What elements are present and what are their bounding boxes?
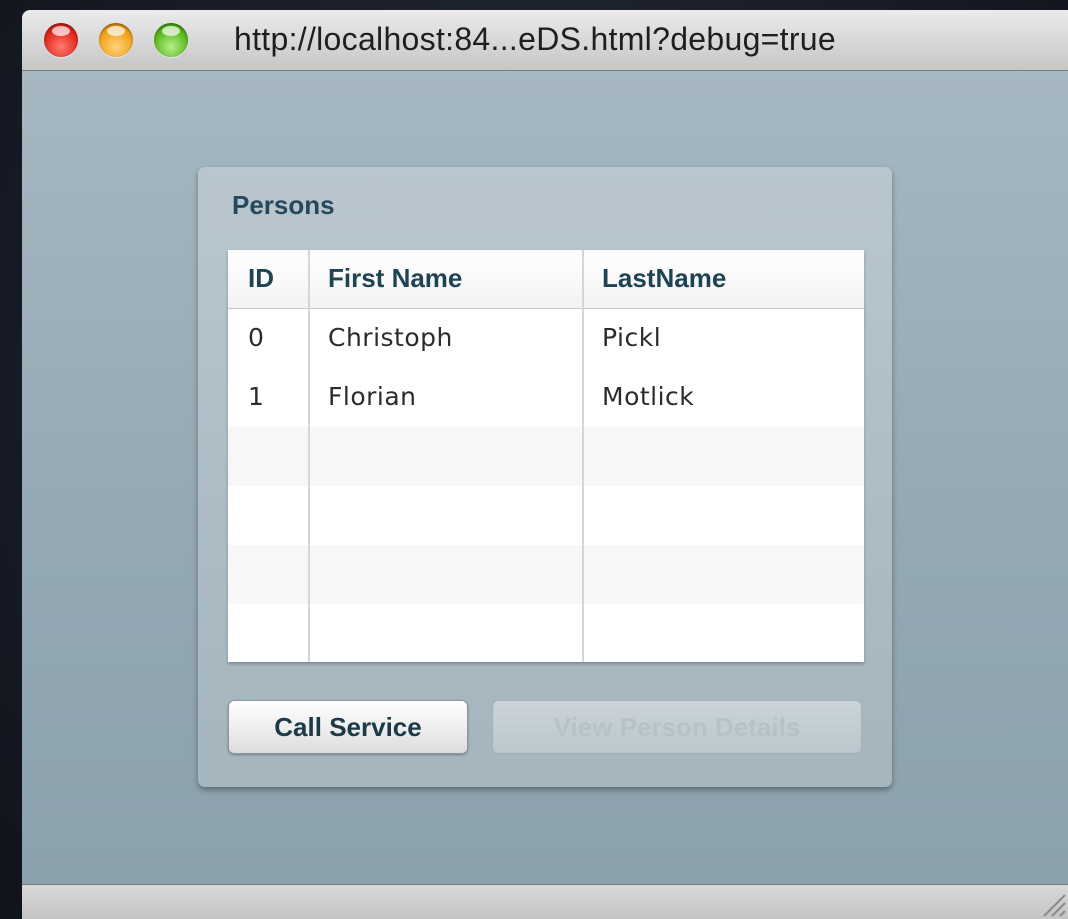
table-row[interactable]: 0 Christoph Pickl xyxy=(228,309,864,368)
cell-first-name: Florian xyxy=(328,382,417,411)
cell-last-name: Pickl xyxy=(602,323,662,352)
column-divider[interactable] xyxy=(582,250,584,662)
status-bar xyxy=(22,884,1068,919)
column-header-last-name[interactable]: LastName xyxy=(602,250,726,308)
browser-window: http://localhost:84...eDS.html?debug=tru… xyxy=(22,10,1068,919)
persons-panel: Persons 0 Christoph Pickl 1 Florian Motl… xyxy=(198,167,892,787)
column-header-first-name[interactable]: First Name xyxy=(328,250,462,308)
table-row[interactable] xyxy=(228,427,864,486)
table-row[interactable] xyxy=(228,486,864,545)
cell-id: 0 xyxy=(248,323,265,352)
panel-title: Persons xyxy=(232,190,335,220)
column-divider[interactable] xyxy=(308,250,310,662)
zoom-icon[interactable] xyxy=(154,23,188,57)
table-row[interactable] xyxy=(228,545,864,604)
window-title: http://localhost:84...eDS.html?debug=tru… xyxy=(234,21,837,57)
call-service-button[interactable]: Call Service xyxy=(228,700,468,754)
table-row[interactable] xyxy=(228,604,864,662)
column-header-id[interactable]: ID xyxy=(248,250,274,308)
minimize-icon[interactable] xyxy=(99,23,133,57)
table-row[interactable]: 1 Florian Motlick xyxy=(228,368,864,427)
close-icon[interactable] xyxy=(44,23,78,57)
table-header: ID First Name LastName xyxy=(228,250,864,309)
cell-last-name: Motlick xyxy=(602,382,695,411)
title-bar[interactable]: http://localhost:84...eDS.html?debug=tru… xyxy=(22,10,1068,71)
resize-grip-icon[interactable] xyxy=(1036,887,1066,917)
cell-first-name: Christoph xyxy=(328,323,453,352)
cell-id: 1 xyxy=(248,382,265,411)
persons-table[interactable]: 0 Christoph Pickl 1 Florian Motlick ID F… xyxy=(228,250,864,662)
view-person-details-button[interactable]: View Person Details xyxy=(492,700,862,754)
